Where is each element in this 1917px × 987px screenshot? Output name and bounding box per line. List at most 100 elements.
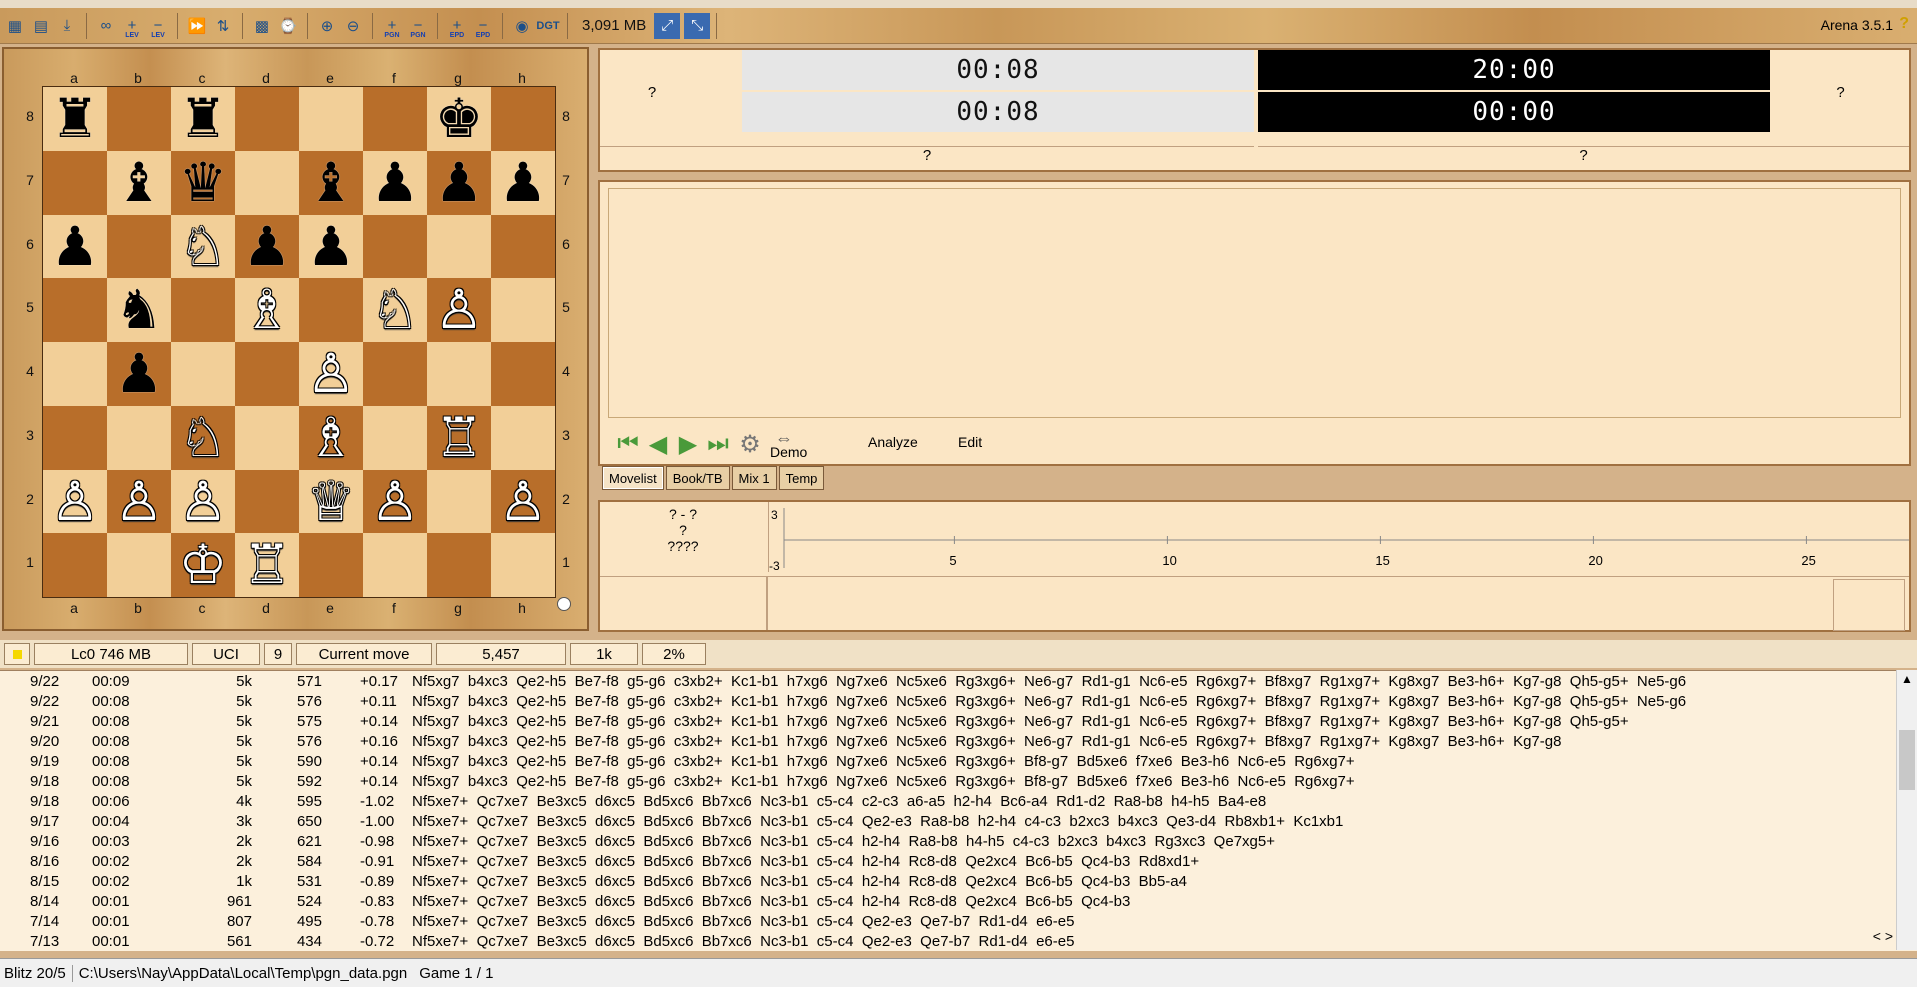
square-a3[interactable] (43, 405, 107, 470)
square-e2[interactable]: ♕ (299, 469, 363, 534)
infinite-icon[interactable]: ∞ (93, 13, 119, 39)
zoom-in-icon[interactable]: ⊕ (314, 13, 340, 39)
square-g7[interactable]: ♟ (427, 150, 491, 215)
square-f1[interactable] (363, 533, 427, 598)
square-g5[interactable]: ♙ (427, 278, 491, 343)
square-a8[interactable]: ♜ (43, 87, 107, 151)
white-knight-icon[interactable]: ♘ (179, 219, 227, 274)
square-d4[interactable] (235, 342, 299, 406)
analysis-row[interactable]: 8/15 00:02 1k 531 -0.89 Nf5xe7+ Qc7xe7 Be3xc5… (0, 873, 1890, 893)
engine-analysis-list[interactable]: 9/22 00:09 5k 571 +0.17 Nf5xg7 b4xc3 Qe2-h5 B… (0, 670, 1917, 951)
epd-minus-icon[interactable]: − EPD (470, 13, 496, 39)
last-move-icon[interactable]: ⏭ (704, 430, 732, 458)
help-icon[interactable]: ? (1899, 15, 1909, 33)
white-knight-icon[interactable]: ♘ (179, 410, 227, 465)
analysis-row[interactable]: 9/21 00:08 5k 575 +0.14 Nf5xg7 b4xc3 Qe2-h5 B… (0, 713, 1890, 733)
scroll-up-icon[interactable]: ▲ (1901, 672, 1913, 686)
black-pawn-icon[interactable]: ♟ (435, 155, 483, 210)
square-a1[interactable] (43, 533, 107, 598)
chess-clock-icon[interactable]: ⌚ (275, 13, 301, 39)
white-bishop-icon[interactable]: ♗ (243, 283, 291, 337)
fast-forward-icon[interactable]: ⏩ (184, 13, 210, 39)
square-a5[interactable] (43, 278, 107, 343)
square-f2[interactable]: ♙ (363, 469, 427, 534)
black-rook-icon[interactable]: ♜ (51, 92, 99, 146)
notation-area[interactable] (608, 188, 1901, 418)
white-pawn-icon[interactable]: ♙ (499, 474, 547, 529)
square-d6[interactable]: ♟ (235, 214, 299, 279)
black-pawn-icon[interactable]: ♟ (307, 219, 355, 274)
square-b3[interactable] (107, 405, 171, 470)
white-pawn-icon[interactable]: ♙ (435, 283, 483, 337)
demo-button[interactable]: Demo (770, 444, 807, 460)
previous-move-icon[interactable]: ◀ (644, 430, 672, 458)
square-c1[interactable]: ♔ (171, 533, 235, 598)
square-f8[interactable] (363, 87, 427, 151)
square-g1[interactable] (427, 533, 491, 598)
square-f4[interactable] (363, 342, 427, 406)
tab-movelist[interactable]: Movelist (602, 466, 664, 490)
square-b1[interactable] (107, 533, 171, 598)
square-a6[interactable]: ♟ (43, 214, 107, 279)
white-pawn-icon[interactable]: ♙ (115, 474, 163, 529)
square-b7[interactable]: ♝ (107, 150, 171, 215)
square-d3[interactable] (235, 405, 299, 470)
black-pawn-icon[interactable]: ♟ (243, 219, 291, 274)
square-g6[interactable] (427, 214, 491, 279)
white-pawn-icon[interactable]: ♙ (371, 474, 419, 529)
black-rook-icon[interactable]: ♜ (179, 92, 227, 146)
analysis-row[interactable]: 8/14 00:01 961 524 -0.83 Nf5xe7+ Qc7xe7 Be3xc… (0, 893, 1890, 913)
square-g4[interactable] (427, 342, 491, 406)
analysis-scroll-thumb[interactable] (1899, 730, 1915, 790)
square-g8[interactable]: ♚ (427, 87, 491, 151)
dgt-icon[interactable]: DGT (535, 13, 561, 39)
pgn-plus-icon[interactable]: + PGN (379, 13, 405, 39)
black-pawn-icon[interactable]: ♟ (115, 347, 163, 401)
tab-temp[interactable]: Temp (778, 466, 825, 490)
square-b5[interactable]: ♞ (107, 278, 171, 343)
black-queen-icon[interactable]: ♛ (179, 155, 227, 210)
analysis-row[interactable]: 9/22 00:09 5k 571 +0.17 Nf5xg7 b4xc3 Qe2-h5 B… (0, 673, 1890, 693)
white-queen-icon[interactable]: ♕ (307, 474, 355, 529)
square-d8[interactable] (235, 87, 299, 151)
square-b8[interactable] (107, 87, 171, 151)
black-knight-icon[interactable]: ♞ (115, 283, 163, 337)
square-b2[interactable]: ♙ (107, 469, 171, 534)
square-b6[interactable] (107, 214, 171, 279)
evaluation-graph[interactable]: 3 -3 5 10 15 20 25 (768, 502, 1909, 573)
square-h7[interactable]: ♟ (491, 150, 555, 215)
square-e1[interactable] (299, 533, 363, 598)
engine-active-indicator[interactable] (4, 643, 30, 665)
square-c4[interactable] (171, 342, 235, 406)
black-king-icon[interactable]: ♚ (435, 92, 483, 146)
white-pawn-icon[interactable]: ♙ (51, 474, 99, 529)
board-icon[interactable]: ▦ (2, 13, 28, 39)
flip-icon[interactable]: ⇅ (210, 13, 236, 39)
first-move-icon[interactable]: ⏮ (614, 430, 642, 458)
square-d2[interactable] (235, 469, 299, 534)
square-g3[interactable]: ♖ (427, 405, 491, 470)
square-d5[interactable]: ♗ (235, 278, 299, 343)
white-king-icon[interactable]: ♔ (179, 538, 227, 592)
level-minus-icon[interactable]: − LEV (145, 13, 171, 39)
square-h6[interactable] (491, 214, 555, 279)
white-bishop-icon[interactable]: ♗ (307, 410, 355, 465)
square-d1[interactable]: ♖ (235, 533, 299, 598)
horizontal-scroll-arrows[interactable]: < > (1873, 928, 1893, 944)
black-bishop-icon[interactable]: ♝ (115, 155, 163, 210)
square-e3[interactable]: ♗ (299, 405, 363, 470)
next-move-icon[interactable]: ▶ (674, 430, 702, 458)
square-d7[interactable] (235, 150, 299, 215)
save-icon[interactable]: ⤓ (54, 13, 80, 39)
open-icon[interactable]: ▤ (28, 13, 54, 39)
square-a7[interactable] (43, 150, 107, 215)
analysis-row[interactable]: 7/14 00:01 807 495 -0.78 Nf5xe7+ Qc7xe7 Be3xc… (0, 913, 1890, 933)
square-c6[interactable]: ♘ (171, 214, 235, 279)
analysis-row[interactable]: 7/13 00:01 561 434 -0.72 Nf5xe7+ Qc7xe7 Be3xc… (0, 933, 1890, 951)
pgn-minus-icon[interactable]: − PGN (405, 13, 431, 39)
square-e6[interactable]: ♟ (299, 214, 363, 279)
black-bishop-icon[interactable]: ♝ (307, 155, 355, 210)
analysis-row[interactable]: 8/16 00:02 2k 584 -0.91 Nf5xe7+ Qc7xe7 Be3xc5… (0, 853, 1890, 873)
square-c8[interactable]: ♜ (171, 87, 235, 151)
square-h1[interactable] (491, 533, 555, 598)
